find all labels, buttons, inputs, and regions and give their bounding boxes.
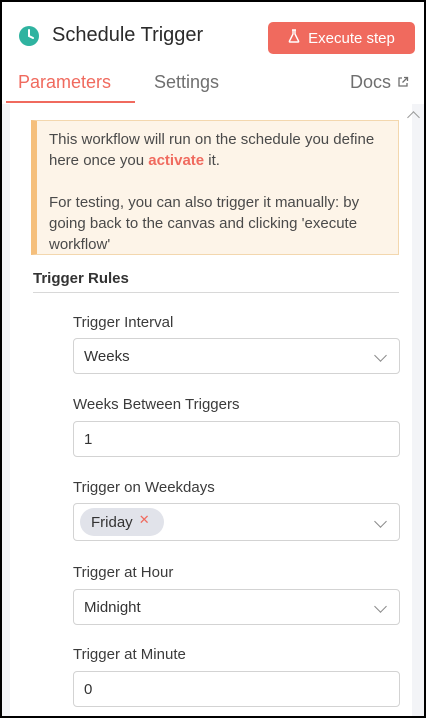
weeks-between-label: Weeks Between Triggers [73,396,240,413]
weekdays-select[interactable]: Friday ✕ [73,503,400,541]
parameters-content: This workflow will run on the schedule y… [2,104,424,716]
activate-link[interactable]: activate [148,152,204,169]
tab-parameters[interactable]: Parameters [18,72,111,93]
parameters-panel: This workflow will run on the schedule y… [10,104,412,716]
remove-chip-icon[interactable]: ✕ [139,513,150,526]
chevron-down-icon [374,515,387,528]
execute-step-button[interactable]: Execute step [268,22,415,54]
notice-line-2: For testing, you can also trigger it man… [49,194,360,253]
weeks-between-value: 1 [84,430,93,448]
node-details-panel: Schedule Trigger Execute step Parameters… [0,0,426,718]
chevron-down-icon [374,600,387,613]
weekday-chip-friday: Friday ✕ [80,508,164,536]
section-divider [33,292,399,293]
weekday-chip-label: Friday [91,513,133,531]
trigger-hour-label: Trigger at Hour [73,564,174,581]
weekdays-label: Trigger on Weekdays [73,479,215,496]
trigger-hour-select[interactable]: Midnight [73,589,400,625]
trigger-interval-select[interactable]: Weeks [73,338,400,374]
execute-step-label: Execute step [308,29,395,47]
panel-header: Schedule Trigger Execute step [2,2,424,68]
chevron-down-icon [374,349,387,362]
trigger-minute-value: 0 [84,680,93,698]
trigger-rules-title: Trigger Rules [33,270,129,287]
weeks-between-input[interactable]: 1 [73,421,400,457]
node-title: Schedule Trigger [52,24,204,46]
tab-settings[interactable]: Settings [154,72,219,93]
schedule-notice: This workflow will run on the schedule y… [31,120,399,255]
trigger-minute-input[interactable]: 0 [73,671,400,707]
external-link-icon [397,72,409,93]
active-tab-indicator [6,101,135,103]
flask-icon [288,29,300,47]
trigger-interval-label: Trigger Interval [73,314,174,331]
trigger-hour-value: Midnight [84,598,141,616]
trigger-minute-label: Trigger at Minute [73,646,186,663]
tab-bar: Parameters Settings Docs [2,68,424,104]
tab-docs[interactable]: Docs [350,72,409,93]
clock-icon [18,25,40,47]
notice-line-1: This workflow will run on the schedule y… [49,131,375,169]
trigger-interval-value: Weeks [84,347,130,365]
docs-label: Docs [350,72,392,92]
